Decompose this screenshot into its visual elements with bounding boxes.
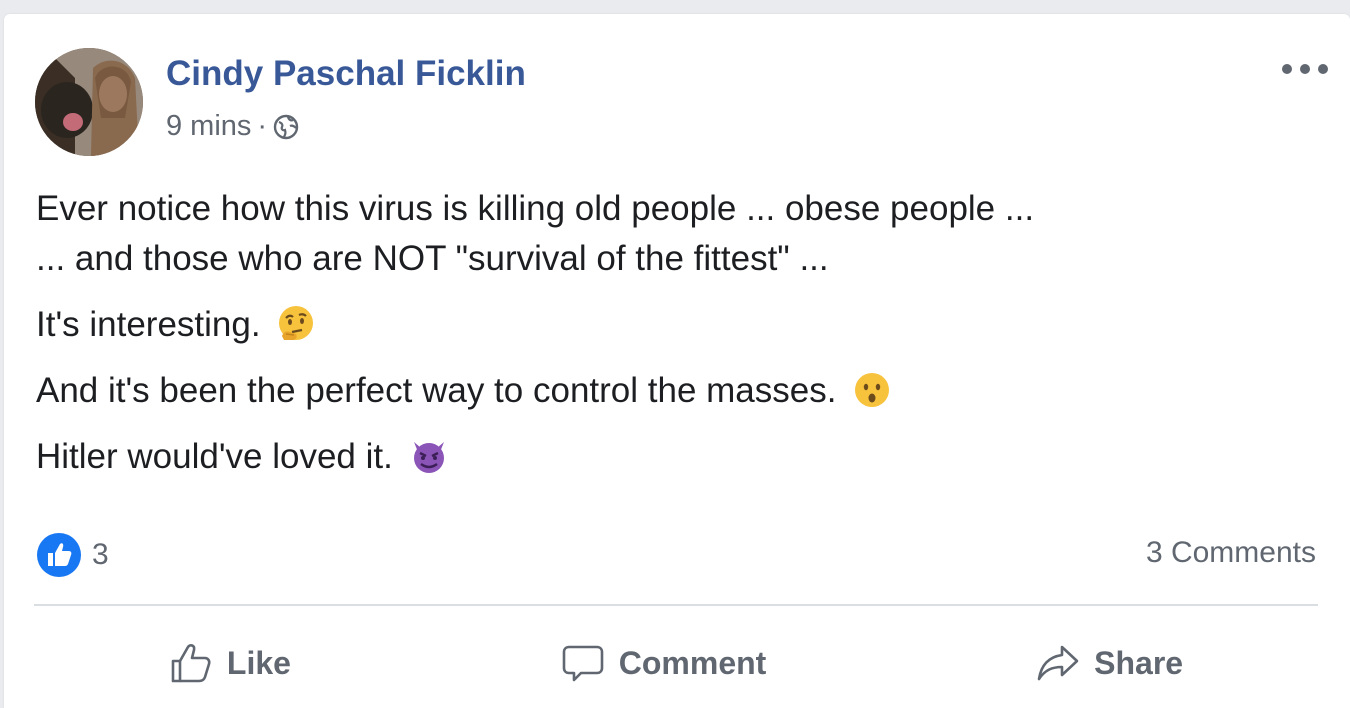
post-line-with-emoji: And it's been the perfect way to control… bbox=[36, 366, 1326, 416]
share-label: Share bbox=[1094, 644, 1184, 681]
like-button[interactable]: Like bbox=[169, 641, 291, 685]
smiling-imp-emoji bbox=[413, 442, 444, 473]
meta-separator: · bbox=[257, 110, 268, 142]
comments-count[interactable]: 3 Comments bbox=[1146, 536, 1316, 570]
post-line: And it's been the perfect way to control… bbox=[36, 371, 837, 410]
hushed-face-emoji bbox=[855, 373, 890, 407]
more-dot-icon bbox=[1318, 64, 1328, 74]
action-bar: Like Comment Share bbox=[34, 628, 1318, 698]
post-time[interactable]: 9 mins bbox=[166, 110, 251, 143]
more-options-button[interactable] bbox=[1282, 62, 1328, 76]
like-reaction-icon bbox=[37, 533, 81, 577]
share-button[interactable]: Share bbox=[1036, 641, 1183, 685]
globe-icon[interactable] bbox=[273, 114, 299, 140]
comment-icon bbox=[562, 645, 604, 682]
post-body: Ever notice how this virus is killing ol… bbox=[36, 184, 1326, 498]
more-dot-icon bbox=[1282, 64, 1292, 74]
post-line: Hitler would've loved it. bbox=[36, 437, 393, 476]
share-icon bbox=[1037, 645, 1079, 681]
post-meta: 9 mins · bbox=[166, 110, 299, 143]
avatar[interactable] bbox=[35, 48, 143, 156]
like-label: Like bbox=[226, 644, 291, 681]
post-card: Cindy Paschal Ficklin 9 mins · Ever noti… bbox=[4, 14, 1350, 708]
divider bbox=[34, 604, 1318, 606]
comment-button[interactable]: Comment bbox=[561, 641, 767, 685]
comment-label: Comment bbox=[618, 644, 767, 681]
reactions-summary[interactable]: 3 bbox=[36, 532, 109, 578]
more-dot-icon bbox=[1300, 64, 1310, 74]
thumbs-up-icon bbox=[171, 644, 211, 683]
post-line: Ever notice how this virus is killing ol… bbox=[36, 189, 1035, 228]
reactions-count: 3 bbox=[92, 538, 109, 571]
post-line-with-emoji: Hitler would've loved it. bbox=[36, 432, 1326, 482]
post-line: It's interesting. bbox=[36, 305, 261, 344]
post-line: ... and those who are NOT "survival of t… bbox=[36, 239, 829, 278]
post-line-with-emoji: It's interesting. bbox=[36, 300, 1326, 350]
author-name[interactable]: Cindy Paschal Ficklin bbox=[166, 54, 526, 94]
thinking-face-emoji bbox=[279, 306, 314, 340]
